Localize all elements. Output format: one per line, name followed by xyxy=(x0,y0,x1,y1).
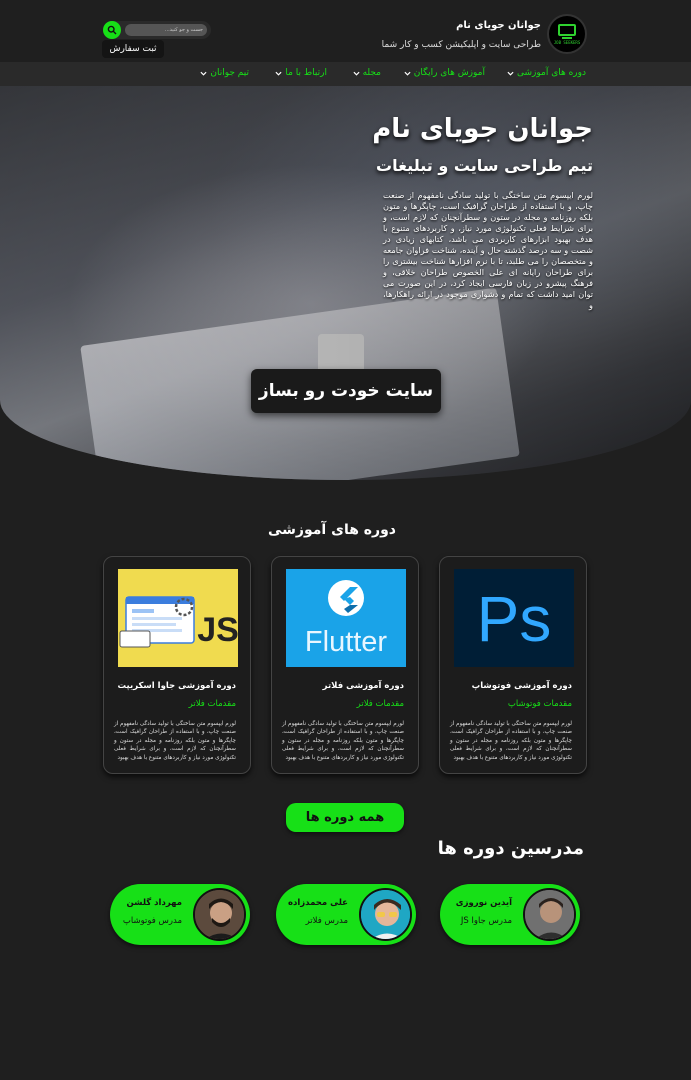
course-card-flutter[interactable]: Flutter دوره آموزشی فلاتر مقدمات فلاتر ل… xyxy=(271,556,419,774)
course-card-javascript[interactable]: JS دوره آموزشی جاوا اسکریپت مقدمات فلاتر… xyxy=(103,556,251,774)
nav-item-courses[interactable]: دوره های آموزشی xyxy=(507,68,586,78)
teachers-title: مدرسین دوره ها xyxy=(437,838,584,859)
all-courses-button[interactable]: همه دوره ها xyxy=(286,803,404,832)
teacher-name: علی محمدزاده xyxy=(287,898,348,908)
photoshop-logo-icon: Ps xyxy=(454,569,574,667)
course-image-text: JS xyxy=(197,611,238,649)
nav-item-label: آموزش های رایگان xyxy=(413,68,485,78)
teacher-card[interactable]: علی محمدزاده مدرس فلاتر xyxy=(276,884,416,945)
order-button[interactable]: ثبت سفارش xyxy=(102,40,164,58)
build-site-button[interactable]: سایت خودت رو بساز xyxy=(251,369,441,413)
course-category[interactable]: مقدمات فوتوشاپ xyxy=(508,699,572,709)
teacher-card[interactable]: آیدین نوروزی مدرس جاوا JS xyxy=(440,884,580,945)
logo-caption: JOB SEEKERS xyxy=(553,39,581,45)
teacher-role: مدرس فوتوشاپ xyxy=(122,916,182,926)
course-image-text: Ps xyxy=(477,583,552,655)
chevron-down-icon xyxy=(507,71,514,76)
search-button[interactable] xyxy=(103,21,121,39)
course-title: دوره آموزشی جاوا اسکریپت xyxy=(117,681,236,691)
nav-item-magazine[interactable]: مجله xyxy=(353,68,381,78)
course-title: دوره آموزشی فلاتر xyxy=(322,681,404,691)
course-card-photoshop[interactable]: Ps دوره آموزشی فوتوشاپ مقدمات فوتوشاپ لو… xyxy=(439,556,587,774)
brand-title: جوانان جویای نام xyxy=(456,20,541,31)
course-image-text: Flutter xyxy=(305,626,388,658)
nav-item-label: مجله xyxy=(362,68,381,78)
teacher-role: مدرس جاوا JS xyxy=(460,916,512,926)
course-description: لورم ایپسوم متن ساختگی با تولید سادگی نا… xyxy=(282,721,404,761)
avatar xyxy=(523,888,576,941)
avatar xyxy=(359,888,412,941)
brand-subtitle: طراحی سایت و اپلیکیشن کسب و کار شما xyxy=(381,40,541,50)
search-icon xyxy=(107,25,117,35)
chevron-down-icon xyxy=(200,71,207,76)
hero-subtitle: تیم طراحی سایت و تبلیغات xyxy=(376,156,593,175)
course-description: لورم ایپسوم متن ساختگی با تولید سادگی نا… xyxy=(450,721,572,761)
course-title: دوره آموزشی فوتوشاپ xyxy=(471,681,572,691)
laptop-logo-icon[interactable]: JOB SEEKERS xyxy=(547,14,587,54)
nav-item-contact[interactable]: ارتباط با ما xyxy=(275,68,327,78)
courses-title: دوره های آموزشی xyxy=(268,522,396,538)
avatar xyxy=(193,888,246,941)
hero-banner: جوانان جویای نام تیم طراحی سایت و تبلیغا… xyxy=(0,86,691,480)
javascript-logo-icon: JS xyxy=(118,569,238,667)
course-description: لورم ایپسوم متن ساختگی با تولید سادگی نا… xyxy=(114,721,236,761)
teacher-card[interactable]: مهرداد گلشن مدرس فوتوشاپ xyxy=(110,884,250,945)
flutter-logo-icon: Flutter xyxy=(286,569,406,667)
course-category[interactable]: مقدمات فلاتر xyxy=(189,699,236,709)
course-category[interactable]: مقدمات فلاتر xyxy=(357,699,404,709)
nav-item-label: تیم جوانان xyxy=(210,68,249,78)
nav-item-free-tutorials[interactable]: آموزش های رایگان xyxy=(404,68,485,78)
nav-item-label: دوره های آموزشی xyxy=(516,68,586,78)
search-input[interactable] xyxy=(125,24,207,36)
search-box xyxy=(103,21,211,39)
chevron-down-icon xyxy=(353,71,360,76)
chevron-down-icon xyxy=(404,71,411,76)
chevron-down-icon xyxy=(275,71,282,76)
nav-item-label: ارتباط با ما xyxy=(285,68,327,78)
main-nav: دوره های آموزشی آموزش های رایگان مجله ار… xyxy=(0,62,691,86)
teacher-name: آیدین نوروزی xyxy=(455,898,512,908)
teacher-name: مهرداد گلشن xyxy=(126,898,182,908)
nav-item-team[interactable]: تیم جوانان xyxy=(200,68,249,78)
site-header: JOB SEEKERS جوانان جویای نام طراحی سایت … xyxy=(0,0,691,62)
teacher-role: مدرس فلاتر xyxy=(305,916,348,926)
hero-title: جوانان جویای نام xyxy=(372,114,593,144)
hero-description: لورم ایپسوم متن ساختگی با تولید سادگی نا… xyxy=(383,190,593,310)
